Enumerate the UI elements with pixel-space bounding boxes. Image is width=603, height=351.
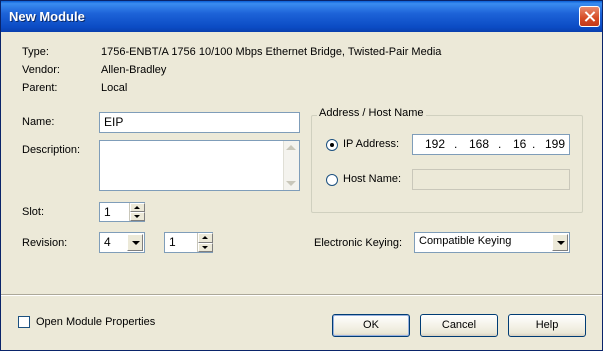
new-module-dialog: New Module Type: 1756-ENBT/A 1756 10/100… <box>0 0 603 351</box>
slot-label: Slot: <box>22 206 45 218</box>
description-label: Description: <box>22 144 81 156</box>
help-button[interactable]: Help <box>508 314 586 337</box>
ip-octet-4: 199 <box>545 137 566 151</box>
vendor-value: Allen-Bradley <box>101 64 167 76</box>
revision-minor-spinner[interactable] <box>197 233 213 252</box>
open-module-properties-checkbox[interactable] <box>18 316 30 328</box>
type-label: Type: <box>22 46 49 58</box>
ip-address-label: IP Address: <box>343 138 400 150</box>
address-group <box>311 115 583 213</box>
revision-minor-value: 1 <box>169 235 176 249</box>
electronic-keying-value: Compatible Keying <box>419 235 512 247</box>
parent-label: Parent: <box>22 82 58 94</box>
type-value: 1756-ENBT/A 1756 10/100 Mbps Ethernet Br… <box>101 46 442 58</box>
name-input[interactable]: EIP <box>99 112 300 133</box>
slot-up-icon[interactable] <box>130 203 145 212</box>
revision-major-value: 4 <box>104 235 111 249</box>
cancel-button[interactable]: Cancel <box>420 314 498 337</box>
revision-major-select[interactable]: 4 <box>99 232 145 253</box>
ip-octet-2: 168 <box>469 137 490 151</box>
vendor-label: Vendor: <box>22 64 60 76</box>
description-textarea[interactable] <box>99 140 300 191</box>
close-icon[interactable] <box>579 6 600 27</box>
ip-octet-3: 16 <box>513 137 527 151</box>
footer-divider <box>1 294 602 296</box>
scroll-down-icon[interactable] <box>286 181 296 186</box>
description-scrollbar[interactable] <box>283 141 299 190</box>
electronic-keying-label: Electronic Keying: <box>314 237 403 249</box>
electronic-keying-select[interactable]: Compatible Keying <box>414 232 570 253</box>
host-name-label: Host Name: <box>343 173 402 185</box>
revision-down-icon[interactable] <box>198 242 213 252</box>
parent-value: Local <box>101 82 128 94</box>
revision-up-icon[interactable] <box>198 233 213 243</box>
ip-octet-1: 192 <box>425 137 446 151</box>
ip-address-radio[interactable] <box>326 139 338 151</box>
slot-down-icon[interactable] <box>130 212 145 221</box>
scroll-up-icon[interactable] <box>286 145 296 150</box>
dialog-title: New Module <box>9 9 85 24</box>
slot-spinner[interactable] <box>129 203 145 221</box>
revision-minor-stepper[interactable]: 1 <box>164 232 213 253</box>
title-bar[interactable]: New Module <box>1 1 602 32</box>
chevron-down-icon[interactable] <box>127 234 143 251</box>
name-label: Name: <box>22 116 55 128</box>
slot-value: 1 <box>104 205 111 219</box>
slot-stepper[interactable]: 1 <box>99 202 145 222</box>
chevron-down-icon[interactable] <box>552 234 568 251</box>
host-name-radio[interactable] <box>326 174 338 186</box>
address-group-label: Address / Host Name <box>317 107 426 119</box>
revision-label: Revision: <box>22 237 68 249</box>
name-input-value: EIP <box>104 115 124 129</box>
host-name-input[interactable] <box>412 169 570 190</box>
ip-address-input[interactable]: 192 . 168 . 16 . 199 <box>412 134 570 155</box>
open-module-properties-label: Open Module Properties <box>36 316 156 328</box>
ok-button[interactable]: OK <box>332 314 410 337</box>
